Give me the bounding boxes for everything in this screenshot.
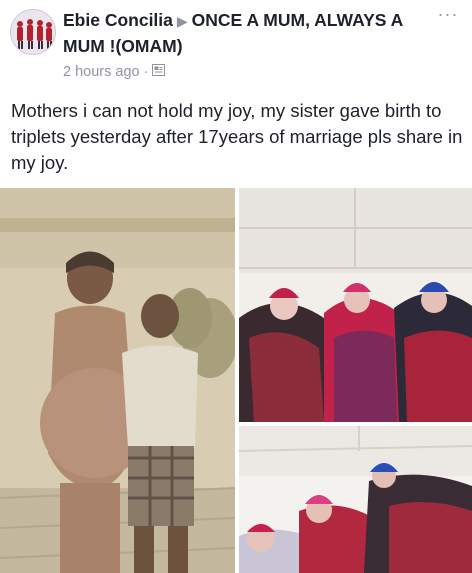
author-avatar[interactable] xyxy=(10,9,56,55)
photo-grid xyxy=(0,188,472,573)
photo-icon xyxy=(152,64,166,80)
photo-couple[interactable] xyxy=(0,188,235,573)
post-meta: 2 hours ago · xyxy=(63,64,166,80)
more-options-icon[interactable]: ··· xyxy=(434,5,462,28)
triangle-right-icon: ▶ xyxy=(176,13,188,29)
photo-triplets-top[interactable] xyxy=(239,188,472,422)
post-timestamp[interactable]: 2 hours ago xyxy=(63,64,140,80)
meta-separator: · xyxy=(143,64,149,80)
photo-triplets-bottom[interactable] xyxy=(239,426,472,573)
post-author-line: Ebie Concilia ▶ ONCE A MUM, ALWAYS A MUM !… xyxy=(63,8,423,59)
post-text: Mothers i can not hold my joy, my sister… xyxy=(11,100,463,173)
post-header: Ebie Concilia ▶ ONCE A MUM, ALWAYS A MUM !… xyxy=(0,0,472,92)
author-name[interactable]: Ebie Concilia xyxy=(63,10,173,30)
